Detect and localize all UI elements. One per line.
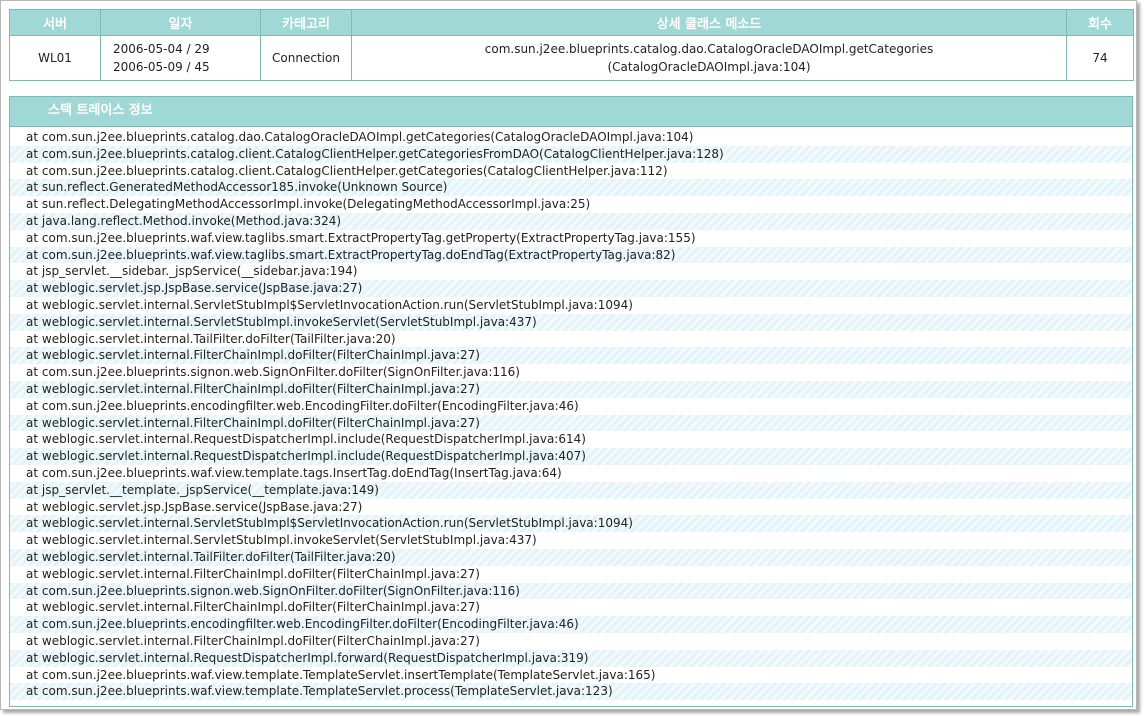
cell-date: 2006-05-04 / 29 2006-05-09 / 45 <box>100 35 261 81</box>
report-panel: 서버 일자 카테고리 상세 클래스 메소드 회수 WL01 2006-05-04… <box>0 0 1137 710</box>
cell-count: 74 <box>1066 35 1134 81</box>
header-count: 회수 <box>1066 9 1134 36</box>
stack-trace-line: at java.lang.reflect.Method.invoke(Metho… <box>10 212 1132 230</box>
stack-trace-line: at weblogic.servlet.jsp.JspBase.service(… <box>10 280 1132 297</box>
stack-trace-line: at com.sun.j2ee.blueprints.catalog.clien… <box>10 145 1132 163</box>
stack-trace-line: at jsp_servlet.__template._jspService(__… <box>10 481 1132 499</box>
stack-trace-line: at weblogic.servlet.internal.TailFilter.… <box>26 331 396 346</box>
stack-trace-line: at weblogic.servlet.internal.RequestDisp… <box>26 432 586 447</box>
stack-trace-line: at com.sun.j2ee.blueprints.catalog.dao.C… <box>26 130 694 144</box>
method-line-1: com.sun.j2ee.blueprints.catalog.dao.Cata… <box>484 42 934 56</box>
stack-trace-line: at com.sun.j2ee.blueprints.waf.view.temp… <box>10 683 1132 701</box>
stack-trace-line: at com.sun.j2ee.blueprints.waf.view.temp… <box>26 667 656 682</box>
stack-trace-line: at sun.reflect.DelegatingMethodAccessorI… <box>26 197 591 212</box>
stack-trace-line: at weblogic.servlet.internal.FilterChain… <box>26 566 480 581</box>
date-line-2: 2006-05-09 / 45 <box>113 60 210 74</box>
stack-trace-line: at weblogic.servlet.internal.FilterChain… <box>10 347 1132 365</box>
stack-trace-line: at com.sun.j2ee.blueprints.waf.view.tagl… <box>26 230 696 245</box>
stack-trace-line: at weblogic.servlet.jsp.JspBase.service(… <box>26 499 363 514</box>
stack-trace-line: at weblogic.servlet.internal.FilterChain… <box>26 633 480 648</box>
stack-trace-line: at weblogic.servlet.internal.ServletStub… <box>26 533 537 548</box>
summary-header-row: 서버 일자 카테고리 상세 클래스 메소드 회수 <box>9 9 1134 36</box>
stack-trace-line: at com.sun.j2ee.blueprints.encodingfilte… <box>10 616 1132 633</box>
stack-trace-title: 스택 트레이스 정보 <box>10 97 1132 127</box>
stack-trace-line: at com.sun.j2ee.blueprints.encodingfilte… <box>26 398 579 413</box>
stack-trace-line: at sun.reflect.GeneratedMethodAccessor18… <box>10 179 1132 197</box>
method-line-2: (CatalogOracleDAOImpl.java:104) <box>607 60 811 74</box>
cell-category: Connection <box>260 35 352 81</box>
header-category: 카테고리 <box>260 9 352 36</box>
stack-trace-line: at com.sun.j2ee.blueprints.waf.view.tagl… <box>10 246 1132 264</box>
stack-trace-line: at weblogic.servlet.internal.TailFilter.… <box>10 548 1132 566</box>
stack-trace-line: at com.sun.j2ee.blueprints.catalog.clien… <box>26 163 668 178</box>
stack-trace-line: at weblogic.servlet.internal.FilterChain… <box>26 600 480 615</box>
stack-trace-list: at com.sun.j2ee.blueprints.catalog.dao.C… <box>10 127 1132 701</box>
date-line-1: 2006-05-04 / 29 <box>113 42 210 56</box>
stack-trace-line: at jsp_servlet.__sidebar._jspService(__s… <box>26 264 358 279</box>
header-server: 서버 <box>9 9 101 36</box>
stack-trace-line: at weblogic.servlet.internal.RequestDisp… <box>10 448 1132 465</box>
stack-trace-line: at com.sun.j2ee.blueprints.signon.web.Si… <box>10 582 1132 600</box>
stack-trace-line: at weblogic.servlet.internal.ServletStub… <box>10 515 1132 533</box>
summary-table: 서버 일자 카테고리 상세 클래스 메소드 회수 WL01 2006-05-04… <box>9 9 1134 81</box>
header-date: 일자 <box>100 9 261 36</box>
stack-trace-section: 스택 트레이스 정보 at com.sun.j2ee.blueprints.ca… <box>9 96 1133 707</box>
summary-data-row: WL01 2006-05-04 / 29 2006-05-09 / 45 Con… <box>9 35 1134 81</box>
stack-trace-line: at weblogic.servlet.internal.RequestDisp… <box>10 649 1132 667</box>
stack-trace-line: at weblogic.servlet.internal.FilterChain… <box>10 414 1132 432</box>
cell-method: com.sun.j2ee.blueprints.catalog.dao.Cata… <box>351 35 1067 81</box>
stack-trace-line: at com.sun.j2ee.blueprints.waf.view.temp… <box>26 465 562 480</box>
stack-trace-line: at com.sun.j2ee.blueprints.signon.web.Si… <box>26 365 520 380</box>
header-method: 상세 클래스 메소드 <box>351 9 1067 36</box>
stack-trace-line: at weblogic.servlet.internal.FilterChain… <box>10 380 1132 398</box>
stack-trace-line: at weblogic.servlet.internal.ServletStub… <box>10 313 1132 331</box>
cell-server: WL01 <box>9 35 101 81</box>
stack-trace-line: at weblogic.servlet.internal.ServletStub… <box>26 297 633 312</box>
